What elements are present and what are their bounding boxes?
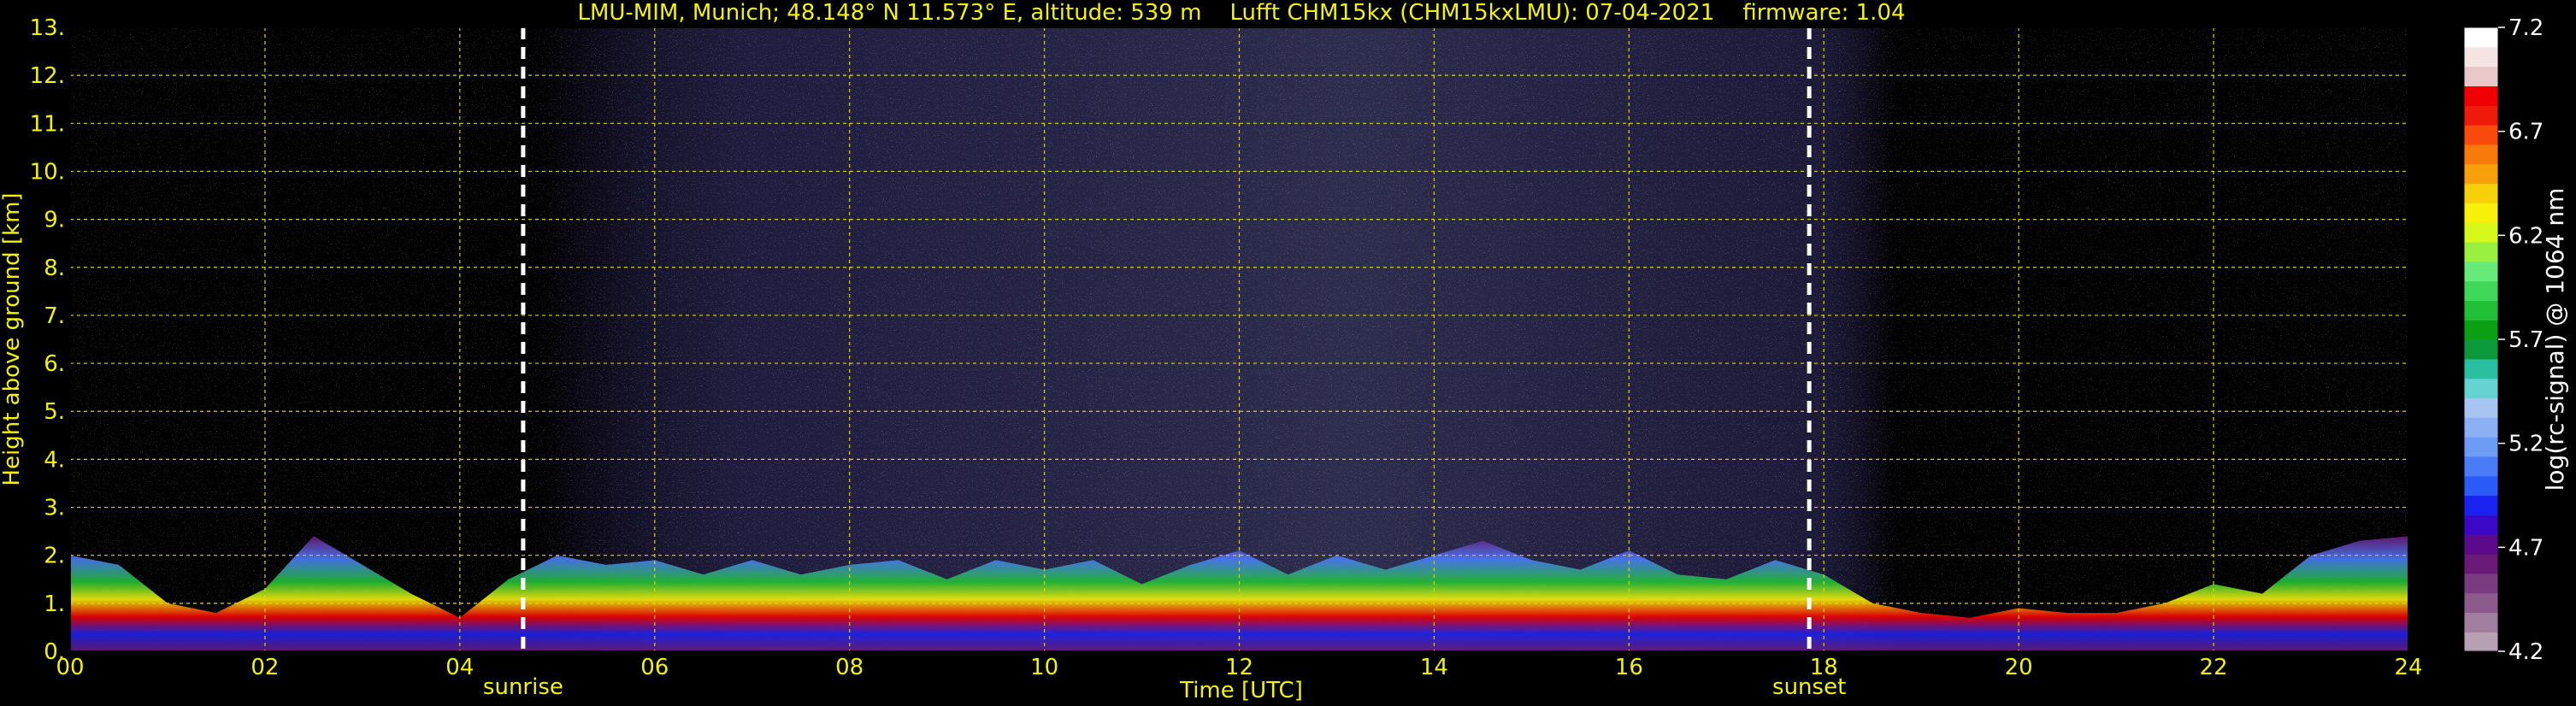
colorbar-step — [2464, 495, 2498, 515]
colorbar-step — [2464, 300, 2498, 321]
y-tick-label: 6. — [44, 351, 65, 377]
colorbar-step — [2464, 397, 2498, 418]
y-tick-label: 4. — [44, 447, 65, 473]
colorbar-step — [2464, 280, 2498, 301]
colorbar-step — [2464, 515, 2498, 535]
colorbar-tick-label: 6.7 — [2508, 120, 2544, 145]
colorbar-tick-labels: 4.2 4.7 5.2 5.7 6.2 6.7 7.2 — [2498, 15, 2544, 665]
colorbar-step — [2464, 553, 2498, 574]
x-axis-label: Time [UTC] — [1179, 678, 1303, 703]
colorbar: 4.2 4.7 5.2 5.7 6.2 6.7 7.2 log(rc-signal) @ 1… — [2463, 15, 2569, 665]
colorbar-step — [2464, 378, 2498, 399]
y-tick-label: 3. — [44, 496, 65, 521]
colorbar-step — [2464, 612, 2498, 632]
colorbar-step — [2464, 144, 2498, 165]
y-tick-label: 2. — [44, 544, 65, 569]
plot-area — [69, 26, 2409, 652]
chart-title: LMU-MIM, Munich; 48.148° N 11.573° E, al… — [577, 0, 1905, 26]
x-tick-label: 06 — [640, 655, 669, 680]
x-tick-label: 20 — [2005, 655, 2033, 680]
x-tick-label: 12 — [1225, 655, 1253, 680]
y-tick-label: 11. — [30, 111, 65, 137]
y-tick-label: 12. — [30, 63, 65, 89]
colorbar-tick-label: 5.2 — [2508, 432, 2544, 457]
colorbar-step — [2464, 456, 2498, 477]
colorbar-step — [2464, 534, 2498, 555]
colorbar-step — [2464, 437, 2498, 457]
sun-marker-label: sunrise — [483, 674, 563, 700]
x-tick-label: 16 — [1615, 655, 1643, 680]
x-tick-label: 00 — [56, 655, 84, 680]
colorbar-tick-label: 7.2 — [2508, 15, 2544, 41]
y-tick-label: 1. — [44, 591, 65, 617]
colorbar-step — [2464, 573, 2498, 594]
colorbar-step — [2464, 46, 2498, 68]
colorbar-step — [2464, 27, 2498, 48]
colorbar-label: log(rc-signal) @ 1064 nm — [2541, 188, 2569, 491]
colorbar-step — [2464, 163, 2498, 185]
colorbar-tick-label: 5.7 — [2508, 327, 2544, 353]
x-tick-label: 04 — [445, 655, 474, 680]
x-tick-label: 22 — [2200, 655, 2228, 680]
y-tick-label: 7. — [44, 303, 65, 329]
colorbar-step — [2464, 632, 2498, 652]
colorbar-step — [2464, 222, 2498, 243]
x-tick-label: 08 — [835, 655, 864, 680]
y-tick-label: 9. — [44, 208, 65, 233]
x-tick-labels: 00 02 04 06 08 10 12 14 16 18 20 22 24 — [56, 655, 2422, 680]
y-tick-label: 10. — [30, 159, 65, 185]
y-axis-label: Height above ground [km] — [0, 192, 25, 485]
x-tick-label: 24 — [2394, 655, 2422, 680]
ceilometer-chart: 0.1.2.3.4.5.6.7.8.9.10.11.12.13. 00 02 04 0… — [0, 0, 2569, 703]
colorbar-step — [2464, 66, 2498, 87]
colorbar-step — [2464, 105, 2498, 126]
colorbar-step — [2464, 320, 2498, 340]
x-tick-label: 10 — [1030, 655, 1058, 680]
colorbar-step — [2464, 241, 2498, 262]
colorbar-tick-label: 4.2 — [2508, 639, 2544, 665]
colorbar-step — [2464, 183, 2498, 203]
y-tick-label: 13. — [30, 15, 65, 41]
colorbar-step — [2464, 358, 2498, 379]
y-tick-label: 8. — [44, 256, 65, 281]
x-tick-label: 14 — [1420, 655, 1448, 680]
y-tick-labels: 0.1.2.3.4.5.6.7.8.9.10.11.12.13. — [30, 15, 65, 665]
sun-marker-label: sunset — [1772, 674, 1846, 700]
x-tick-label: 02 — [251, 655, 279, 680]
colorbar-step — [2464, 475, 2498, 497]
y-tick-label: 5. — [44, 399, 65, 425]
colorbar-step — [2464, 417, 2498, 438]
colorbar-steps — [2464, 27, 2498, 652]
colorbar-step — [2464, 261, 2498, 282]
colorbar-tick-label: 4.7 — [2508, 535, 2544, 561]
colorbar-step — [2464, 339, 2498, 360]
colorbar-step — [2464, 203, 2498, 223]
colorbar-step — [2464, 85, 2498, 106]
colorbar-tick-label: 6.2 — [2508, 223, 2544, 249]
colorbar-step — [2464, 592, 2498, 613]
colorbar-step — [2464, 125, 2498, 145]
